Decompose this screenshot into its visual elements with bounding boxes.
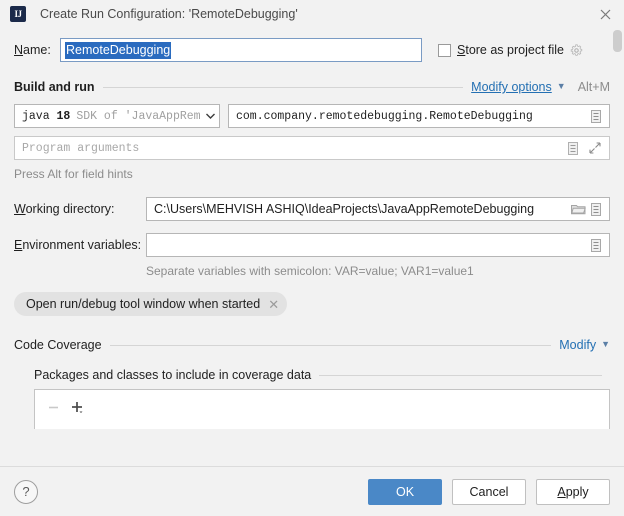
settings-scroll-pane: Name: RemoteDebugging Store as project f… xyxy=(0,28,624,466)
main-class-input[interactable]: com.company.remotedebugging.RemoteDebugg… xyxy=(228,104,610,128)
open-run-debug-tool-window-chip[interactable]: Open run/debug tool window when started … xyxy=(14,292,288,316)
dialog-title: Create Run Configuration: 'RemoteDebuggi… xyxy=(40,7,298,21)
main-class-value: com.company.remotedebugging.RemoteDebugg… xyxy=(236,109,533,123)
chevron-down-icon[interactable] xyxy=(206,113,215,119)
environment-variables-label: Environment variables: xyxy=(14,238,142,252)
environment-variables-input[interactable] xyxy=(146,233,610,257)
chevron-down-icon[interactable]: ▼ xyxy=(557,81,566,91)
help-button[interactable]: ? xyxy=(14,479,38,504)
program-arguments-input[interactable]: Program arguments xyxy=(14,136,610,160)
modify-options-shortcut: Alt+M xyxy=(577,80,610,94)
dialog-footer: ? OK Cancel Apply xyxy=(0,466,624,516)
dialog-titlebar: IJ Create Run Configuration: 'RemoteDebu… xyxy=(0,0,624,28)
chip-label: Open run/debug tool window when started xyxy=(26,297,261,311)
create-run-configuration-dialog: IJ Create Run Configuration: 'RemoteDebu… xyxy=(0,0,624,516)
code-coverage-title: Code Coverage xyxy=(14,338,102,352)
section-divider xyxy=(319,374,602,376)
ok-button[interactable]: OK xyxy=(368,478,442,505)
section-divider xyxy=(102,86,464,88)
code-coverage-modify-link[interactable]: Modify xyxy=(559,338,596,352)
name-label: Name: xyxy=(14,43,51,57)
modify-options-link[interactable]: Modify options xyxy=(471,80,552,94)
options-chip-row: Open run/debug tool window when started … xyxy=(0,292,624,316)
name-input[interactable]: RemoteDebugging xyxy=(60,38,422,62)
coverage-packages-title: Packages and classes to include in cover… xyxy=(34,368,312,382)
jdk-and-mainclass-row: java 18 SDK of 'JavaAppRem com.company.r… xyxy=(0,104,624,128)
jdk-sdk-text: SDK of 'JavaAppRem xyxy=(76,109,201,123)
plus-icon[interactable] xyxy=(65,396,89,418)
cancel-button[interactable]: Cancel xyxy=(452,478,526,505)
close-icon[interactable] xyxy=(594,4,616,24)
list-icon[interactable] xyxy=(564,141,582,155)
environment-variables-row: Environment variables: xyxy=(0,233,624,257)
build-and-run-title: Build and run xyxy=(14,80,95,94)
store-as-project-file-checkbox[interactable] xyxy=(438,43,451,57)
dialog-content: Name: RemoteDebugging Store as project f… xyxy=(0,28,624,466)
jdk-name: java 18 xyxy=(22,109,71,123)
code-coverage-header: Code Coverage Modify ▼ xyxy=(0,338,624,352)
scrollbar-thumb[interactable] xyxy=(613,30,622,52)
minus-icon[interactable] xyxy=(41,396,65,418)
working-directory-input[interactable]: C:\Users\MEHVISH ASHIQ\IdeaProjects\Java… xyxy=(146,197,610,221)
program-arguments-row: Program arguments xyxy=(0,136,624,160)
field-hint-text: Press Alt for field hints xyxy=(14,167,133,181)
name-input-value: RemoteDebugging xyxy=(65,41,172,59)
store-as-project-file-label: Store as project file xyxy=(457,43,565,57)
working-directory-label: Working directory: xyxy=(14,202,115,216)
content-scrollbar[interactable] xyxy=(613,30,622,402)
jdk-select[interactable]: java 18 SDK of 'JavaAppRem xyxy=(14,104,220,128)
apply-button[interactable]: Apply xyxy=(536,478,610,505)
store-as-project-file-group: Store as project file xyxy=(438,43,583,57)
environment-variables-hint: Separate variables with semicolon: VAR=v… xyxy=(146,264,474,278)
list-icon[interactable] xyxy=(587,109,605,123)
list-icon[interactable] xyxy=(587,202,605,216)
gear-icon[interactable] xyxy=(570,43,583,57)
expand-icon[interactable] xyxy=(585,142,605,154)
list-icon[interactable] xyxy=(587,238,605,252)
section-divider xyxy=(109,344,552,346)
coverage-packages-header: Packages and classes to include in cover… xyxy=(0,368,624,382)
name-row: Name: RemoteDebugging Store as project f… xyxy=(0,28,624,62)
jdk-version: 18 xyxy=(56,109,71,123)
build-and-run-header: Build and run Modify options ▼ Alt+M xyxy=(0,80,624,94)
intellij-idea-icon: IJ xyxy=(10,6,26,22)
close-icon[interactable]: ✕ xyxy=(268,298,279,311)
program-arguments-placeholder: Program arguments xyxy=(22,141,140,155)
working-directory-row: Working directory: C:\Users\MEHVISH ASHI… xyxy=(0,197,624,221)
working-directory-value: C:\Users\MEHVISH ASHIQ\IdeaProjects\Java… xyxy=(154,202,535,216)
folder-icon[interactable] xyxy=(569,203,587,215)
coverage-packages-list[interactable] xyxy=(34,389,610,429)
chevron-down-icon[interactable]: ▼ xyxy=(601,339,610,349)
